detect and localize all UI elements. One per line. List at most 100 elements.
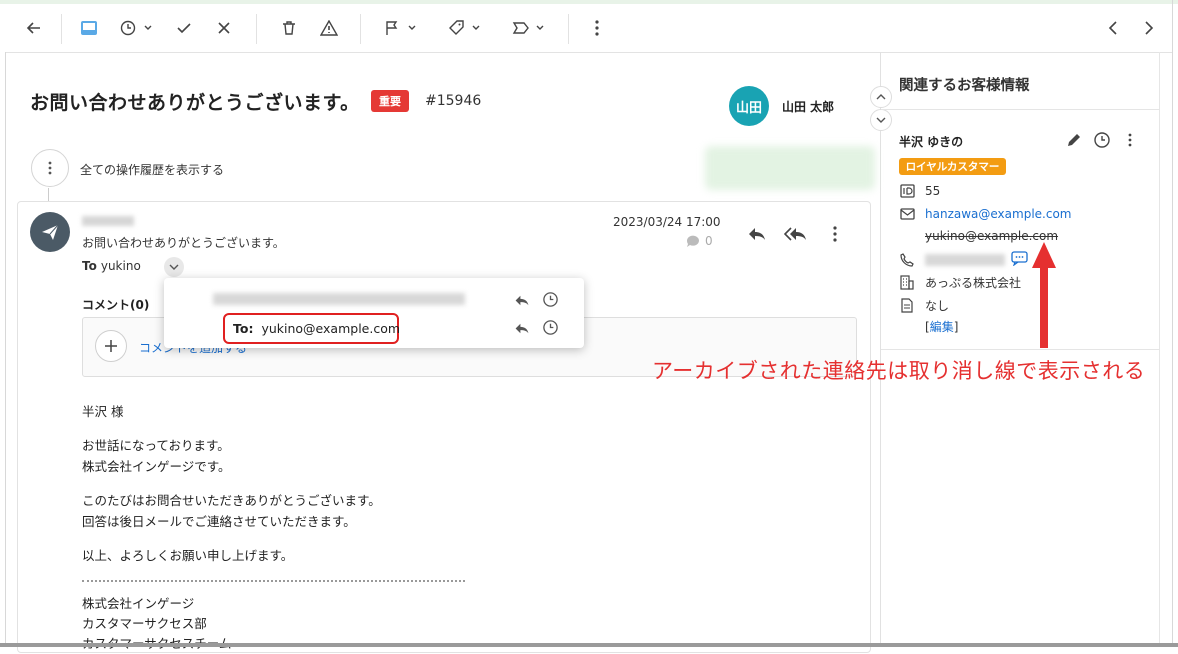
message-to: To yukino [82,259,141,273]
more-vert-icon [48,161,52,175]
comment-bubble-icon [686,235,699,247]
mail-icon [899,206,915,222]
warning-icon[interactable] [318,17,340,39]
show-history-link[interactable]: 全ての操作履歴を表示する [80,161,224,178]
history-icon[interactable] [539,288,561,310]
signature-line: カスタマーサクセス部 [82,616,207,631]
edit-link-wrapper: [編集] [925,318,958,335]
chevron-up-icon [876,94,886,100]
frame-left [5,52,6,647]
frame-right [1172,0,1173,647]
frame-bottom [0,643,1178,647]
tag-icon[interactable] [446,17,486,39]
toolbar [5,4,1173,53]
customer-note: なし [925,299,950,313]
blurred-region [705,146,875,190]
customer-phone-row [899,251,1028,269]
customer-email-row: hanzawa@example.com [899,206,1071,222]
reply-icon[interactable] [511,317,533,339]
toolbar-divider [61,14,62,44]
scroll-down-button[interactable] [870,109,892,131]
customer-name: 半沢 ゆきの [899,135,964,149]
chevron-down-icon [876,117,886,123]
flag-icon[interactable] [382,17,422,39]
more-vert-icon[interactable] [586,17,608,39]
phone-number-blurred [925,254,1005,266]
id-icon [899,183,915,199]
to-address-highlight: To: yukino@example.com [223,313,401,344]
back-icon[interactable] [23,17,45,39]
toolbar-divider [360,14,361,44]
history-button[interactable] [31,149,69,187]
body-line: 回答は後日メールでご連絡させていただきます。 [82,514,356,529]
history-icon[interactable] [1091,129,1113,151]
building-icon [899,275,915,291]
body-line: 半沢 様 [82,404,124,419]
from-address-blurred [213,293,465,305]
sender-avatar [30,212,70,252]
chevron-down-icon [169,264,179,270]
timeline-line [48,188,49,202]
to-value: yukino [100,259,141,273]
phone-icon [899,252,915,268]
reply-icon[interactable] [744,222,770,246]
body-line: 以上、よろしくお願い申し上げます。 [82,548,294,563]
snooze-clock-icon[interactable] [118,17,158,39]
chevron-right-icon[interactable] [1138,17,1160,39]
popup-to-value: yukino@example.com [261,321,401,336]
comments-heading: コメント(0) [82,298,150,312]
signature-separator [82,580,465,582]
label-icon[interactable] [510,17,550,39]
customer-id-row: 55 [899,183,940,199]
check-icon[interactable] [173,17,195,39]
plus-icon [105,340,117,352]
sidebar-divider [881,109,1160,110]
scroll-up-button[interactable] [870,86,892,108]
assignee-name: 山田 太郎 [782,100,835,114]
more-vert-icon[interactable] [825,222,845,246]
body-line: お世話になっております。 [82,438,230,453]
add-comment-button[interactable] [95,330,127,362]
customer-id: 55 [925,184,941,198]
ticket-number: #15946 [425,93,482,109]
more-vert-icon[interactable] [1119,129,1141,151]
annotation-arrow [1032,242,1056,348]
inbox-icon[interactable] [78,17,100,39]
customer-tag: ロイヤルカスタマー [899,158,1006,175]
edit-pencil-icon[interactable] [1063,129,1085,151]
ticket-title: お問い合わせありがとうございます。 [30,92,360,114]
message-date: 2023/03/24 17:00 [613,215,721,229]
close-icon[interactable] [213,17,235,39]
edit-bracket: ] [953,320,959,334]
sender-name-blurred [82,216,134,226]
trash-icon[interactable] [278,17,300,39]
sidebar-title: 関連するお客様情報 [899,78,1030,94]
sidebar-divider [881,349,1160,350]
history-icon[interactable] [539,316,561,338]
body-line: このたびはお問合せいただきありがとうございます。 [82,493,381,508]
customer-company-row: あっぷる株式会社 [899,274,1021,291]
reply-all-icon[interactable] [782,222,810,246]
priority-badge: 重要 [371,90,409,112]
send-icon [42,224,59,240]
assignee-avatar[interactable]: 山田 [729,86,769,126]
toolbar-divider [256,14,257,44]
customer-email-active[interactable]: hanzawa@example.com [925,207,1071,221]
toolbar-divider [568,14,569,44]
popup-to-label: To: [233,321,254,336]
customer-company: あっぷる株式会社 [925,276,1022,290]
chevron-left-icon[interactable] [1102,17,1124,39]
message-body: 半沢 様 お世話になっております。 株式会社インゲージです。 このたびはお問合せ… [82,401,381,566]
comment-count: 0 [686,234,713,248]
reply-icon[interactable] [511,289,533,311]
comment-count-value: 0 [705,234,713,248]
signature-line: 株式会社インゲージ [82,596,195,611]
edit-link[interactable]: 編集 [930,320,954,334]
annotation-text: アーカイブされた連絡先は取り消し線で表示される [652,359,1146,383]
body-line: 株式会社インゲージです。 [82,459,231,474]
document-icon [899,298,915,314]
to-label: To [82,259,97,273]
customer-note-row: なし [899,297,949,314]
message-subject: お問い合わせありがとうございます。 [82,236,285,250]
recipients-toggle[interactable] [164,257,184,277]
